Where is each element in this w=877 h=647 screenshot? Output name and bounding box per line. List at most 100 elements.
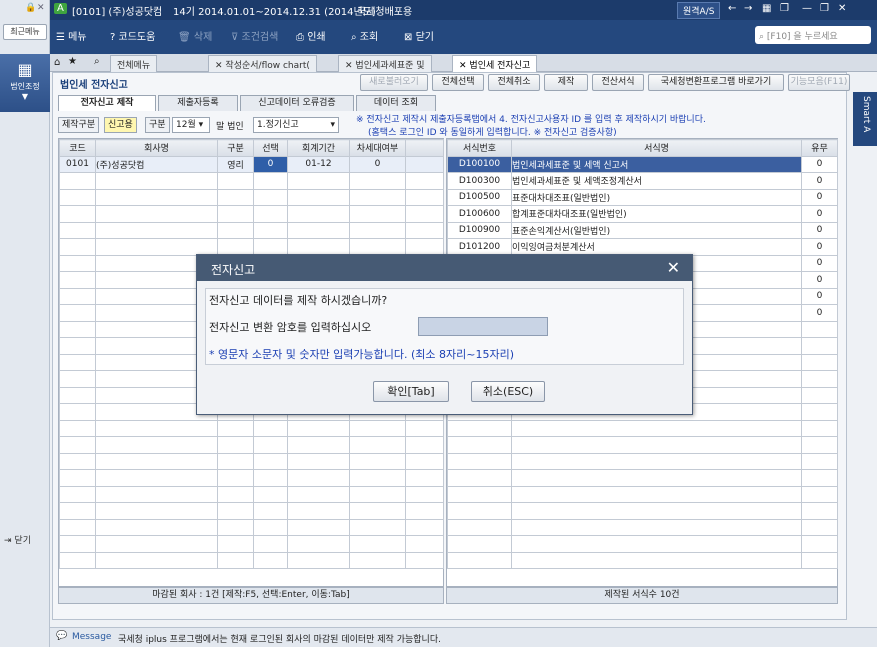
empty-row bbox=[447, 452, 838, 470]
make-type-value[interactable]: 신고용 bbox=[104, 117, 137, 133]
cell-form-no: D100900 bbox=[447, 221, 512, 239]
star-icon[interactable]: ★ bbox=[68, 56, 77, 67]
minimize-icon[interactable]: — bbox=[802, 3, 812, 14]
tab-label: 작성순서/flow chart( bbox=[225, 61, 310, 71]
cell-form-name: 이익잉여금처분계산서 bbox=[511, 238, 802, 256]
search-tab-icon[interactable]: ⌕ bbox=[94, 56, 100, 67]
print-button[interactable]: ⎙ 인쇄 bbox=[296, 28, 326, 46]
tab-all-menu[interactable]: 전체메뉴 bbox=[110, 55, 158, 72]
table-row[interactable]: 0101 (주)성공닷컴 영리 0 01-12 0 bbox=[59, 155, 444, 173]
print-label: 인쇄 bbox=[307, 32, 326, 43]
corp-adjust-button[interactable]: ▦ 법인조정 ▼ bbox=[0, 54, 50, 112]
menu-label: 메뉴 bbox=[68, 32, 87, 43]
cell-exists: 0 bbox=[801, 304, 838, 322]
col-exists: 유무 bbox=[801, 139, 838, 157]
table-row[interactable]: D100500 표준대차대조표(일반법인) 0 bbox=[447, 188, 838, 206]
close-icon[interactable]: ✕ bbox=[37, 3, 45, 13]
month-select[interactable]: 12월 ▾ bbox=[172, 117, 210, 133]
notice-line-1: ※ 전자신고 제작시 제출자등록탭에서 4. 전자신고사용자 ID 를 입력 후… bbox=[356, 115, 706, 125]
password-hint: * 영문자 소문자 및 숫자만 입력가능합니다. (최소 8자리~15자리) bbox=[209, 348, 515, 361]
chevron-down-icon: ▾ bbox=[330, 120, 335, 130]
forward-arrow-icon[interactable]: → bbox=[744, 3, 752, 14]
remote-as-button[interactable]: 원격A/S bbox=[677, 2, 721, 19]
view-button[interactable]: ⌕ 조회 bbox=[351, 28, 378, 46]
magnifier-icon: ⌕ bbox=[351, 32, 357, 43]
search-input[interactable]: ⌕ [F10] 을 누르세요 bbox=[755, 26, 871, 44]
empty-row bbox=[59, 469, 444, 487]
trash-icon: 🗑 bbox=[178, 32, 191, 43]
window-icon[interactable]: ❐ bbox=[780, 3, 789, 14]
tab-strip: ⌂ ★ ⌕ 전체메뉴 ✕ 작성순서/flow chart( ✕ 법인세과세표준 … bbox=[50, 54, 877, 72]
subtab-validation[interactable]: 신고데이터 오류검증 bbox=[240, 95, 354, 111]
tab-tax-standard[interactable]: ✕ 법인세과세표준 및 bbox=[338, 55, 432, 72]
message-icon: 💬 bbox=[56, 631, 68, 641]
printer-icon: ⎙ bbox=[296, 32, 304, 43]
subtab-data-view[interactable]: 데이터 조회 bbox=[356, 95, 436, 111]
cancel-button[interactable]: 취소(ESC) bbox=[471, 381, 545, 402]
code-help-button[interactable]: ? 코드도움 bbox=[110, 28, 155, 46]
exit-icon: ⇥ bbox=[4, 536, 12, 546]
make-button[interactable]: 제작 bbox=[544, 74, 588, 91]
lock-icon[interactable]: 🔒 bbox=[25, 3, 36, 13]
hamburger-icon: ☰ bbox=[56, 32, 65, 43]
filing-type-select[interactable]: 1.정기신고 ▾ bbox=[253, 117, 339, 133]
tab-close-icon[interactable]: ✕ bbox=[459, 61, 467, 71]
window-close-icon[interactable]: ✕ bbox=[838, 3, 846, 14]
condition-search-button[interactable]: ⊽ 조건검색 bbox=[231, 28, 278, 46]
dialog-body: 전자신고 데이터를 제작 하시겠습니까? 전자신고 변환 암호를 입력하십시오 … bbox=[205, 288, 684, 365]
empty-row bbox=[447, 551, 838, 569]
maximize-icon[interactable]: ❐ bbox=[820, 3, 829, 14]
subtab-make[interactable]: 전자신고 제작 bbox=[58, 95, 156, 111]
col-type: 구분 bbox=[217, 139, 254, 157]
electronic-form-button[interactable]: 전산서식 bbox=[592, 74, 644, 91]
sidebar-close-label: 닫기 bbox=[14, 536, 31, 546]
notice-line-2: (홈택스 로그인 ID 와 동일하게 입력합니다. ※ 전자신고 검증사항) bbox=[368, 128, 617, 138]
mode-label: 국세청배포용 bbox=[357, 7, 413, 18]
cell-select[interactable]: 0 bbox=[253, 155, 288, 173]
cell-form-no: D100300 bbox=[447, 172, 512, 190]
ok-button[interactable]: 확인[Tab] bbox=[373, 381, 449, 402]
nts-converter-button[interactable]: 국세청변환프로그램 바로가기 bbox=[648, 74, 784, 91]
sidebar-close-button[interactable]: ⇥ 닫기 bbox=[4, 533, 48, 549]
empty-row bbox=[59, 238, 444, 256]
title-bar: A [0101] (주)성공닷컴 14기 2014.01.01~2014.12.… bbox=[50, 0, 877, 20]
grid-icon[interactable]: ▦ bbox=[762, 3, 771, 14]
smart-a-tab[interactable]: Smart A bbox=[853, 92, 877, 146]
table-row[interactable]: D100100 법인세과세표준 및 세액 신고서 0 bbox=[447, 155, 838, 173]
password-input[interactable] bbox=[418, 317, 548, 336]
menu-button[interactable]: ☰ 메뉴 bbox=[56, 28, 87, 46]
table-row[interactable]: D100300 법인세과세표준 및 세액조정계산서 0 bbox=[447, 172, 838, 190]
table-row[interactable]: D100600 합계표준대차대조표(일반법인) 0 bbox=[447, 205, 838, 223]
empty-row bbox=[59, 221, 444, 239]
select-all-button[interactable]: 전체선택 bbox=[432, 74, 484, 91]
tab-close-icon[interactable]: ✕ bbox=[215, 61, 223, 71]
delete-button[interactable]: 🗑 삭제 bbox=[178, 28, 212, 46]
period-type-label: 구분 bbox=[145, 117, 170, 133]
tab-label: 전체메뉴 bbox=[117, 61, 151, 71]
tab-close-icon[interactable]: ✕ bbox=[345, 61, 353, 71]
subtab-submitter[interactable]: 제출자등록 bbox=[158, 95, 238, 111]
tab-e-filing[interactable]: ✕ 법인세 전자신고 bbox=[452, 55, 538, 72]
function-menu-button[interactable]: 기능모음(F11) bbox=[788, 74, 850, 91]
table-row[interactable]: D100900 표준손익계산서(일반법인) 0 bbox=[447, 221, 838, 239]
empty-row bbox=[447, 436, 838, 454]
reload-button[interactable]: 새로불러오기 bbox=[360, 74, 428, 91]
deselect-all-button[interactable]: 전체취소 bbox=[488, 74, 540, 91]
fiscal-period: 14기 2014.01.01~2014.12.31 (2014년도) bbox=[173, 7, 376, 18]
col-fiscal: 회계기간 bbox=[287, 139, 350, 157]
empty-row bbox=[447, 502, 838, 520]
tab-flow-chart[interactable]: ✕ 작성순서/flow chart( bbox=[208, 55, 317, 72]
home-icon[interactable]: ⌂ bbox=[54, 57, 60, 68]
cell-form-no: D100100 bbox=[447, 155, 512, 173]
back-arrow-icon[interactable]: ← bbox=[728, 3, 736, 14]
delete-label: 삭제 bbox=[193, 32, 213, 43]
cell-exists: 0 bbox=[801, 155, 838, 173]
cell-exists: 0 bbox=[801, 238, 838, 256]
recent-menu-button[interactable]: 최근메뉴 bbox=[3, 24, 47, 40]
cell-form-name: 법인세과세표준 및 세액 신고서 bbox=[511, 155, 802, 173]
form-grid-footer: 제작된 서식수 10건 bbox=[446, 587, 838, 604]
close-button[interactable]: ⊠ 닫기 bbox=[404, 28, 434, 46]
table-row[interactable]: D101200 이익잉여금처분계산서 0 bbox=[447, 238, 838, 256]
dialog-close-icon[interactable]: ✕ bbox=[667, 258, 680, 277]
empty-row bbox=[59, 436, 444, 454]
